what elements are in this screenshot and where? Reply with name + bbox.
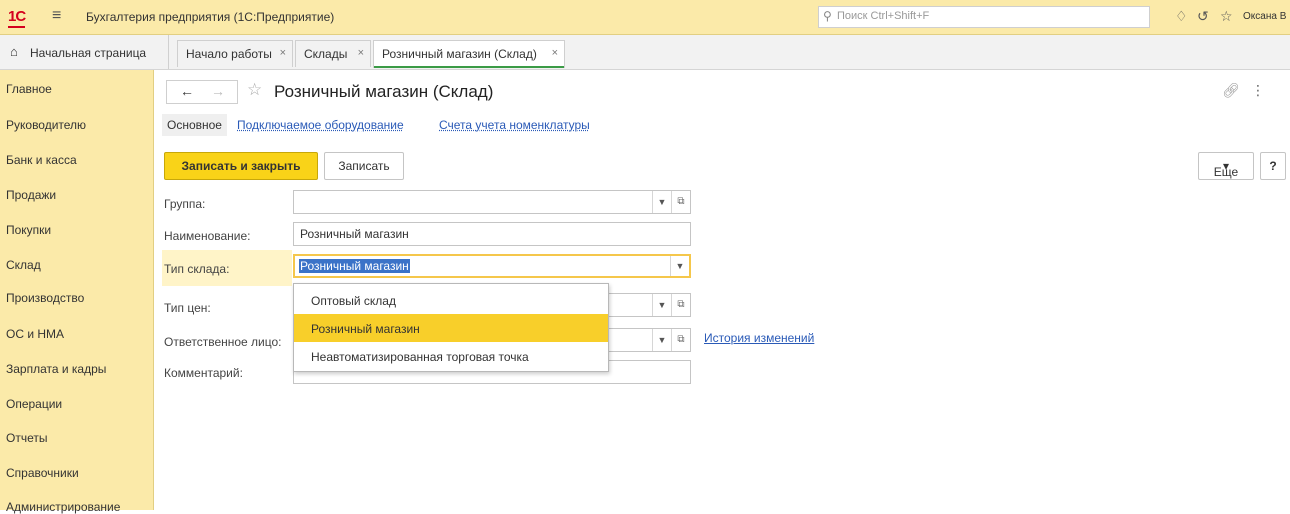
bell-icon[interactable]: ♢ [1175,8,1188,25]
warehouse-type-label: Тип склада: [164,262,230,276]
save-and-close-label: Записать и закрыть [181,159,301,173]
group-label: Группа: [164,197,206,211]
tab-home-label: Начальная страница [30,46,147,60]
history-icon[interactable]: ↺ [1197,8,1209,25]
chevron-down-icon[interactable]: ▼ [652,191,671,213]
open-icon[interactable]: ⧉ [671,294,690,316]
tab-home[interactable]: ⌂ Начальная страница [0,35,169,69]
app-logo: 1С [8,8,26,28]
search-icon: ⚲ [823,9,832,23]
name-field[interactable]: Розничный магазин [293,222,691,246]
tab-label: Начало работы [186,47,272,61]
more-vertical-icon[interactable]: ⋮ [1251,82,1265,99]
tab-retail-store[interactable]: Розничный магазин (Склад) × [373,40,565,68]
history-link[interactable]: История изменений [704,331,814,345]
page-title: Розничный магазин (Склад) [274,82,494,101]
name-value: Розничный магазин [300,227,409,241]
warehouse-type-field[interactable]: Розничный магазин ▼ [293,254,691,278]
sidebar-item-warehouse[interactable]: Склад [6,258,41,272]
home-icon: ⌂ [10,44,18,59]
save-button[interactable]: Записать [324,152,404,180]
forward-arrow-icon[interactable]: → [211,83,225,99]
back-arrow-icon[interactable]: ← [180,83,194,99]
help-button[interactable]: ? [1260,152,1286,180]
tab-warehouses[interactable]: Склады × [295,40,371,67]
close-icon[interactable]: × [280,47,286,59]
link-icon[interactable]: 🔗︎ [1222,82,1240,99]
search-input[interactable]: ⚲ Поиск Ctrl+Shift+F [818,6,1150,28]
name-label: Наименование: [164,229,251,243]
tab-bar: ⌂ Начальная страница Начало работы × Скл… [0,35,1290,70]
sidebar-item-reports[interactable]: Отчеты [6,431,47,445]
open-icon[interactable]: ⧉ [671,329,690,351]
form-area: ← → ☆ Розничный магазин (Склад) 🔗︎ ⋮ Осн… [153,70,1290,510]
dropdown-option-retail[interactable]: Розничный магазин [294,314,608,342]
chevron-down-icon[interactable]: ▼ [652,294,671,316]
tab-equipment[interactable]: Подключаемое оборудование [237,118,404,132]
app-title: Бухгалтерия предприятия (1С:Предприятие) [86,10,335,24]
sidebar-item-bank[interactable]: Банк и касса [6,153,77,167]
sidebar-item-main[interactable]: Главное [6,82,52,96]
option-label: Розничный магазин [311,322,420,336]
menu-icon[interactable]: ≡ [52,8,61,24]
sidebar-item-production[interactable]: Производство [6,291,84,305]
warehouse-type-value: Розничный магазин [299,259,410,273]
tab-label: Склады [304,47,348,61]
more-button[interactable]: Еще ▾ [1198,152,1254,180]
option-label: Неавтоматизированная торговая точка [311,350,529,364]
tab-main-section[interactable]: Основное [162,114,227,136]
responsible-label: Ответственное лицо: [164,335,282,349]
save-and-close-button[interactable]: Записать и закрыть [164,152,318,180]
option-label: Оптовый склад [311,294,396,308]
save-label: Записать [338,159,390,173]
tab-label: Розничный магазин (Склад) [382,47,537,61]
sidebar-item-salary[interactable]: Зарплата и кадры [6,362,106,376]
user-name[interactable]: Оксана В [1243,11,1286,22]
tab-start[interactable]: Начало работы × [177,40,293,67]
sidebar-item-sales[interactable]: Продажи [6,188,56,202]
warehouse-type-dropdown: Оптовый склад Розничный магазин Неавтома… [293,283,609,372]
sidebar-item-references[interactable]: Справочники [6,466,79,480]
tab-accounts[interactable]: Счета учета номенклатуры [439,118,590,132]
chevron-down-icon[interactable]: ▼ [670,256,689,276]
sidebar-item-manager[interactable]: Руководителю [6,118,86,132]
help-label: ? [1269,159,1277,173]
sidebar-item-assets[interactable]: ОС и НМА [6,327,64,341]
sidebar-item-admin[interactable]: Администрирование [6,500,120,514]
star-icon[interactable]: ☆ [1220,8,1233,25]
search-placeholder: Поиск Ctrl+Shift+F [837,10,930,22]
price-type-label: Тип цен: [164,301,211,315]
comment-label: Комментарий: [164,366,243,380]
dropdown-option-non-automated[interactable]: Неавтоматизированная торговая точка [294,342,608,370]
favorite-star-icon[interactable]: ☆ [247,80,262,100]
open-icon[interactable]: ⧉ [671,191,690,213]
close-icon[interactable]: × [358,47,364,59]
dropdown-option-wholesale[interactable]: Оптовый склад [294,286,608,314]
close-icon[interactable]: × [552,47,558,59]
title-bar: 1С ≡ Бухгалтерия предприятия (1С:Предпри… [0,0,1290,35]
sidebar-item-purchases[interactable]: Покупки [6,223,51,237]
sidebar: Главное Руководителю Банк и касса Продаж… [0,70,154,514]
group-field[interactable]: ▼ ⧉ [293,190,691,214]
chevron-down-icon[interactable]: ▼ [652,329,671,351]
nav-buttons: ← → [166,80,238,104]
active-tab-indicator [374,66,564,68]
more-label: Еще ▾ [1213,159,1239,179]
sidebar-item-operations[interactable]: Операции [6,397,62,411]
